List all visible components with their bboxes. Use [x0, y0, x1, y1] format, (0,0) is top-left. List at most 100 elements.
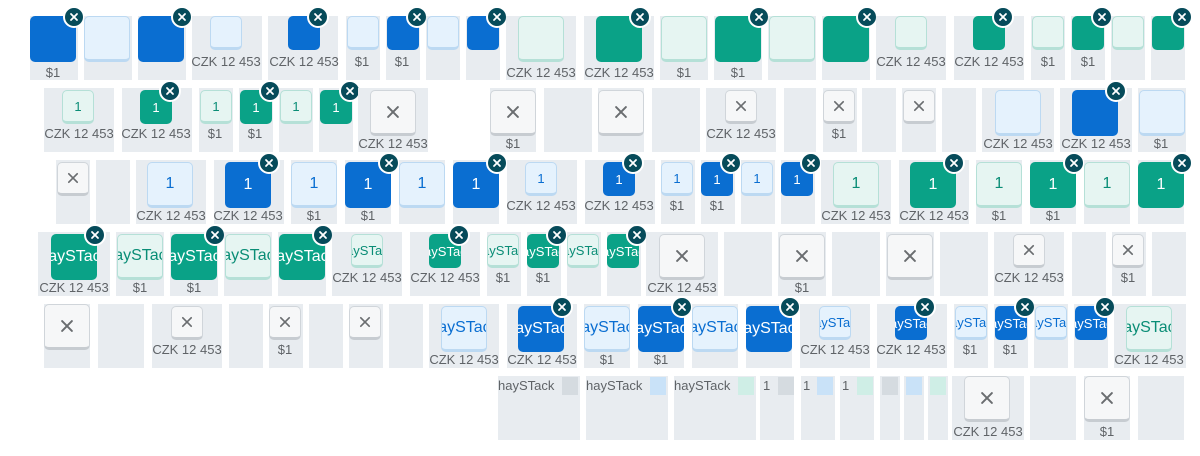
token[interactable]	[1112, 16, 1144, 50]
remove-icon[interactable]	[406, 6, 428, 28]
remove-icon[interactable]	[779, 296, 801, 318]
placeholder-token[interactable]	[269, 306, 301, 340]
token[interactable]: haySTack	[1126, 306, 1172, 352]
remove-icon[interactable]	[1091, 6, 1113, 28]
token[interactable]: 1	[147, 162, 193, 208]
remove-icon[interactable]	[1171, 152, 1193, 174]
token-text: haySTack	[956, 314, 987, 330]
remove-icon[interactable]	[1063, 152, 1085, 174]
remove-icon[interactable]	[1014, 296, 1036, 318]
remove-icon[interactable]	[378, 152, 400, 174]
placeholder-token[interactable]	[1112, 234, 1144, 268]
placeholder-token[interactable]	[349, 306, 381, 340]
token[interactable]	[518, 16, 564, 62]
token[interactable]: 1	[833, 162, 879, 208]
token[interactable]	[427, 16, 459, 50]
remove-icon[interactable]	[856, 6, 878, 28]
remove-icon[interactable]	[1105, 80, 1127, 102]
placeholder-token[interactable]	[887, 234, 933, 280]
price-label-usd: $1	[306, 208, 322, 223]
remove-icon[interactable]	[748, 6, 770, 28]
token[interactable]: 1	[62, 90, 94, 124]
token[interactable]: haySTack	[351, 234, 383, 268]
token[interactable]	[210, 16, 242, 50]
token[interactable]	[769, 16, 815, 62]
token[interactable]: haySTack	[441, 306, 487, 352]
price-label-usd: $1	[709, 198, 725, 213]
placeholder-token[interactable]	[1084, 376, 1130, 422]
placeholder-token[interactable]	[1013, 234, 1045, 268]
token[interactable]: 1	[1084, 162, 1130, 208]
placeholder-token[interactable]	[490, 90, 536, 136]
token[interactable]: haySTack	[584, 306, 630, 352]
remove-icon[interactable]	[171, 6, 193, 28]
legend-label: haySTack	[674, 378, 731, 393]
token-text: haySTack	[1127, 319, 1171, 336]
remove-icon[interactable]	[914, 296, 936, 318]
token[interactable]: 1	[976, 162, 1022, 208]
remove-icon[interactable]	[1171, 6, 1193, 28]
placeholder-token[interactable]	[659, 234, 705, 280]
token[interactable]: haySTack	[1035, 306, 1067, 340]
placeholder-token[interactable]	[171, 306, 203, 340]
remove-icon[interactable]	[546, 224, 568, 246]
remove-icon[interactable]	[720, 152, 742, 174]
token[interactable]: 1	[661, 162, 693, 196]
remove-icon[interactable]	[671, 296, 693, 318]
placeholder-token[interactable]	[725, 90, 757, 124]
token[interactable]: haySTack	[117, 234, 163, 280]
remove-icon[interactable]	[486, 152, 508, 174]
remove-icon[interactable]	[84, 224, 106, 246]
token[interactable]	[1139, 90, 1185, 136]
token[interactable]: 1	[741, 162, 773, 196]
remove-icon[interactable]	[307, 6, 329, 28]
token[interactable]	[347, 16, 379, 50]
remove-icon[interactable]	[622, 152, 644, 174]
token[interactable]: 1	[399, 162, 445, 208]
token[interactable]: 1	[200, 90, 232, 124]
token-cell	[784, 88, 816, 152]
placeholder-token[interactable]	[370, 90, 416, 136]
token[interactable]: haySTack	[225, 234, 271, 280]
price-label: CZK 12 453	[191, 54, 261, 69]
placeholder-token[interactable]	[903, 90, 935, 124]
placeholder-token[interactable]	[598, 90, 644, 136]
token[interactable]: haySTack	[819, 306, 851, 340]
legend-label: haySTack	[498, 378, 555, 393]
remove-icon[interactable]	[258, 152, 280, 174]
remove-icon[interactable]	[448, 224, 470, 246]
remove-icon[interactable]	[629, 6, 651, 28]
remove-icon[interactable]	[312, 224, 334, 246]
close-icon	[60, 319, 74, 333]
token[interactable]: 1	[280, 90, 312, 124]
token[interactable]: 1	[525, 162, 557, 196]
placeholder-token[interactable]	[779, 234, 825, 280]
remove-icon[interactable]	[204, 224, 226, 246]
placeholder-token[interactable]	[44, 304, 90, 350]
remove-icon[interactable]	[551, 296, 573, 318]
remove-icon[interactable]	[800, 152, 822, 174]
token[interactable]	[1032, 16, 1064, 50]
token[interactable]: haySTack	[955, 306, 987, 340]
token-text: haySTack	[279, 248, 325, 265]
placeholder-token[interactable]	[964, 376, 1010, 422]
remove-icon[interactable]	[159, 80, 181, 102]
remove-icon[interactable]	[943, 152, 965, 174]
token[interactable]: 1	[291, 162, 337, 208]
placeholder-token[interactable]	[823, 90, 855, 124]
token[interactable]: haySTack	[692, 306, 738, 352]
token[interactable]	[995, 90, 1041, 136]
placeholder-token[interactable]	[57, 162, 89, 196]
legend-label: haySTack	[586, 378, 643, 393]
remove-icon[interactable]	[259, 80, 281, 102]
token[interactable]	[84, 16, 130, 62]
token[interactable]	[661, 16, 707, 62]
remove-icon[interactable]	[992, 6, 1014, 28]
remove-icon[interactable]	[63, 6, 85, 28]
remove-icon[interactable]	[486, 6, 508, 28]
token[interactable]: haySTack	[487, 234, 519, 268]
token[interactable]	[895, 16, 927, 50]
remove-icon[interactable]	[1094, 296, 1116, 318]
remove-icon[interactable]	[626, 224, 648, 246]
token[interactable]: haySTack	[567, 234, 599, 268]
